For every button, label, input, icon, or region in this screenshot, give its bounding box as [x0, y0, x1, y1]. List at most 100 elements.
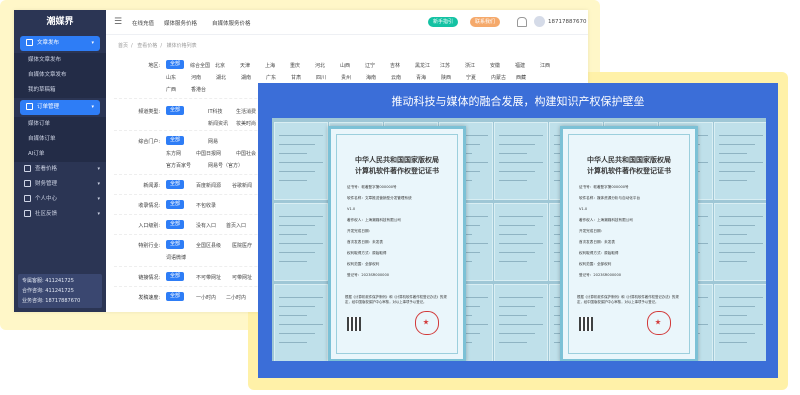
filter-option[interactable]: 河北 — [315, 62, 325, 69]
filter-option[interactable]: 内蒙古 — [491, 74, 506, 81]
filter-option[interactable]: 东方网 — [166, 150, 181, 157]
filter-option[interactable]: 河南 — [191, 74, 201, 81]
link-recharge[interactable]: 在线充值 — [132, 19, 154, 27]
filter-option[interactable]: 湖北 — [216, 74, 226, 81]
sidebar-item[interactable]: 查看价格 ▾ — [14, 162, 106, 177]
link-media-price[interactable]: 媒体服务价格 — [164, 19, 197, 27]
thumbnail-line — [719, 333, 755, 334]
filter-option[interactable]: 北京 — [215, 62, 225, 69]
sidebar-item[interactable]: 订单管理 ▾ — [20, 100, 100, 115]
filter-option[interactable]: 百度新闻源 — [196, 182, 221, 189]
filter-option[interactable]: 中国日报网 — [196, 150, 221, 157]
filter-option[interactable]: 吉林 — [390, 62, 400, 69]
filter-option[interactable]: 天津 — [240, 62, 250, 69]
sidebar-item-label: 订单管理 — [37, 104, 60, 110]
filter-option[interactable]: 广西 — [166, 86, 176, 93]
filter-option[interactable]: 网易号（官方） — [208, 162, 243, 169]
sidebar-item[interactable]: 自媒体文章发布 — [14, 68, 106, 83]
filter-all-button[interactable]: 全部 — [166, 272, 185, 281]
filter-option[interactable]: 西藏 — [516, 74, 526, 81]
contact-us-button[interactable]: 联系我们 — [470, 17, 501, 27]
filter-option[interactable]: 辽宁 — [365, 62, 375, 69]
filter-option[interactable]: 中国社会 — [236, 150, 256, 157]
filter-all-button[interactable]: 全部 — [166, 180, 185, 189]
filter-all-button[interactable]: 全部 — [166, 220, 185, 229]
sidebar-item[interactable]: AI订单 — [14, 147, 106, 162]
filter-option[interactable]: 福建 — [515, 62, 525, 69]
filter-option[interactable]: 谷歌新闻 — [232, 182, 252, 189]
user-phone[interactable]: 18717887670 — [548, 19, 587, 25]
certificate-title-2: 计算机软件著作权登记证书 — [355, 166, 439, 175]
filter-all-button[interactable]: 全部 — [166, 106, 185, 115]
filter-option[interactable]: 山西 — [340, 62, 350, 69]
breadcrumb-price[interactable]: 查看价格 — [137, 43, 157, 49]
sidebar-item[interactable]: 文章发布 ▾ — [20, 36, 100, 51]
thumbnail-line — [279, 342, 307, 343]
filter-option[interactable]: 首页入口 — [226, 222, 246, 229]
filter-label: 地区: — [148, 63, 160, 69]
filter-option[interactable]: 可带网址 — [232, 274, 252, 281]
filter-option[interactable]: 官方百家号 — [166, 162, 191, 169]
filter-option[interactable]: 甘肃 — [291, 74, 301, 81]
filter-option[interactable]: 重庆 — [290, 62, 300, 69]
menu-icon — [26, 39, 33, 46]
bell-icon[interactable] — [517, 17, 527, 27]
filter-all-button[interactable]: 全部 — [166, 136, 185, 145]
new-user-guide-button[interactable]: 新手指引 — [428, 17, 459, 27]
filter-option[interactable]: 不可带网址 — [196, 274, 221, 281]
filter-option[interactable]: 词语微博 — [166, 254, 186, 261]
filter-option[interactable]: 上海 — [265, 62, 275, 69]
filter-option[interactable]: 香港台 — [191, 86, 206, 93]
filter-all-button[interactable]: 全部 — [166, 292, 185, 301]
filter-option[interactable]: 山东 — [166, 74, 176, 81]
thumbnail-line — [279, 261, 307, 262]
filter-option[interactable]: 贵州 — [341, 74, 351, 81]
filter-option[interactable]: 黑龙江 — [415, 62, 430, 69]
filter-option[interactable]: 综合全国 — [190, 62, 210, 69]
thumbnail-line — [499, 144, 535, 145]
filter-option[interactable]: 安徽 — [490, 62, 500, 69]
sidebar-item[interactable]: 自媒体订单 — [14, 132, 106, 147]
filter-option[interactable]: 江西 — [540, 62, 550, 69]
filter-option[interactable]: 云南 — [391, 74, 401, 81]
filter-option[interactable]: 湖南 — [241, 74, 251, 81]
filter-option[interactable]: 全国区县级 — [196, 242, 221, 249]
filter-option[interactable]: 宁夏 — [466, 74, 476, 81]
filter-option[interactable]: 网易 — [208, 138, 218, 145]
filter-option[interactable]: 新闻资讯 — [208, 120, 228, 127]
breadcrumb-home[interactable]: 首页 — [118, 43, 128, 49]
filter-option[interactable]: IT科技 — [208, 108, 223, 115]
avatar[interactable] — [534, 16, 545, 27]
filter-option[interactable]: 没有入口 — [196, 222, 216, 229]
filter-option[interactable]: 广东 — [266, 74, 276, 81]
menu-toggle-icon[interactable]: ☰ — [114, 17, 122, 27]
filter-option[interactable]: 生活消费 — [236, 108, 256, 115]
filter-option[interactable]: 医院医疗 — [232, 242, 252, 249]
sidebar-item[interactable]: 财务管理 ▾ — [14, 177, 106, 192]
sidebar-item[interactable]: 个人中心 ▾ — [14, 192, 106, 207]
certificate-field: V1.0 — [579, 207, 588, 211]
thumbnail-line — [499, 252, 535, 253]
filter-option[interactable]: 不包收录 — [196, 202, 216, 209]
filter-option[interactable]: 妆美时尚 — [236, 120, 256, 127]
sidebar-item[interactable]: 媒体文章发布 — [14, 53, 106, 68]
filter-option[interactable]: 江苏 — [440, 62, 450, 69]
sidebar-item[interactable]: 媒体订单 — [14, 117, 106, 132]
filter-option[interactable]: 一小时内 — [196, 294, 216, 301]
sidebar-item[interactable]: 社区反馈 ▾ — [14, 207, 106, 222]
filter-all-button[interactable]: 全部 — [166, 200, 185, 209]
thumbnail-line — [719, 243, 763, 244]
filter-option[interactable]: 四川 — [316, 74, 326, 81]
link-selfmedia-price[interactable]: 自媒体服务价格 — [212, 19, 251, 27]
filter-all-button[interactable]: 全部 — [166, 60, 185, 69]
filter-option[interactable]: 海南 — [366, 74, 376, 81]
app-logo: 潮媒界 — [46, 17, 74, 27]
chevron-down-icon: ▾ — [97, 211, 100, 217]
filter-option[interactable]: 二小时内 — [226, 294, 246, 301]
qr-code — [347, 317, 361, 331]
filter-option[interactable]: 陕西 — [441, 74, 451, 81]
filter-option[interactable]: 青海 — [416, 74, 426, 81]
filter-option[interactable]: 浙江 — [465, 62, 475, 69]
filter-all-button[interactable]: 全部 — [166, 240, 185, 249]
sidebar-item[interactable]: 我的草稿箱 — [14, 83, 106, 98]
